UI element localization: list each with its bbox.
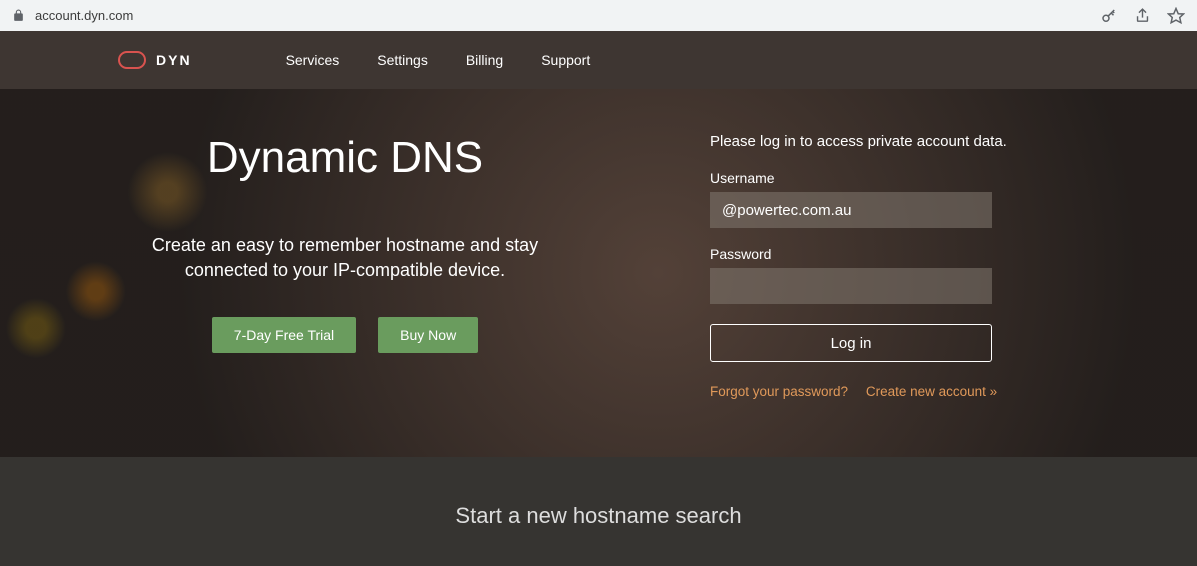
hero-title: Dynamic DNS bbox=[0, 133, 690, 183]
nav-links: Services Settings Billing Support bbox=[286, 52, 591, 68]
url-text[interactable]: account.dyn.com bbox=[35, 8, 133, 23]
nav-billing[interactable]: Billing bbox=[466, 52, 503, 68]
forgot-password-link[interactable]: Forgot your password? bbox=[710, 384, 848, 399]
username-label: Username bbox=[710, 170, 1030, 186]
login-panel: Please log in to access private account … bbox=[690, 89, 1030, 457]
logo-text: DYN bbox=[156, 52, 192, 68]
username-input[interactable] bbox=[710, 192, 992, 228]
hero-subtitle: Create an easy to remember hostname and … bbox=[125, 233, 565, 283]
hero-left: Dynamic DNS Create an easy to remember h… bbox=[0, 89, 690, 457]
password-label: Password bbox=[710, 246, 1030, 262]
key-icon[interactable] bbox=[1100, 7, 1118, 25]
nav-settings[interactable]: Settings bbox=[377, 52, 428, 68]
logo[interactable]: DYN bbox=[118, 51, 192, 69]
login-button[interactable]: Log in bbox=[710, 324, 992, 362]
password-input[interactable] bbox=[710, 268, 992, 304]
hostname-search-section: Start a new hostname search bbox=[0, 457, 1197, 566]
star-icon[interactable] bbox=[1167, 7, 1185, 25]
lock-icon bbox=[12, 9, 25, 22]
nav-services[interactable]: Services bbox=[286, 52, 340, 68]
hero-section: Dynamic DNS Create an easy to remember h… bbox=[0, 89, 1197, 457]
login-prompt: Please log in to access private account … bbox=[710, 133, 1030, 150]
free-trial-button[interactable]: 7-Day Free Trial bbox=[212, 317, 356, 353]
top-nav: DYN Services Settings Billing Support bbox=[0, 31, 1197, 89]
share-icon[interactable] bbox=[1134, 7, 1151, 24]
logo-icon bbox=[118, 51, 146, 69]
buy-now-button[interactable]: Buy Now bbox=[378, 317, 478, 353]
browser-address-bar: account.dyn.com bbox=[0, 0, 1197, 31]
create-account-link[interactable]: Create new account » bbox=[866, 384, 997, 399]
search-heading: Start a new hostname search bbox=[455, 503, 741, 529]
nav-support[interactable]: Support bbox=[541, 52, 590, 68]
